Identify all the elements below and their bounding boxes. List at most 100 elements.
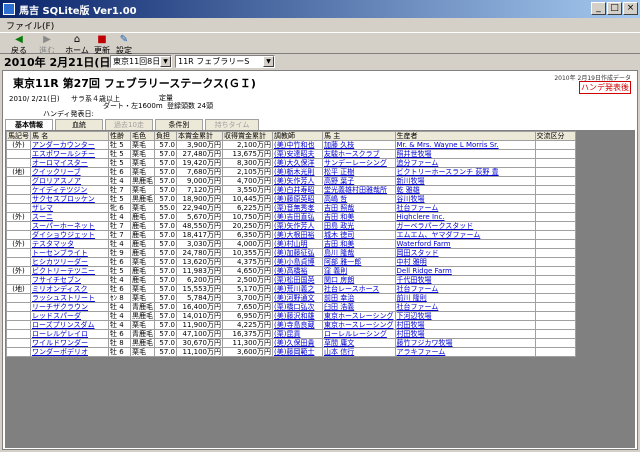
col-trainer[interactable]: (美)荒川義之: [272, 284, 323, 294]
col-breeder[interactable]: 追分ファーム: [394, 158, 536, 168]
col-trainer[interactable]: (美)小島貞博: [272, 257, 323, 267]
tab-pedigree[interactable]: 血統: [55, 119, 103, 130]
table-row[interactable]: グロリアスノア牡 4 黒鹿毛 57.0 9,000万円 4,700万円 (美)矢作芳人 高野…: [6, 176, 576, 186]
refresh-button[interactable]: ■ 更新: [92, 34, 112, 55]
col-breeder[interactable]: 乾 雅雄: [394, 185, 536, 195]
col-horse-name[interactable]: エスポワールシチー: [30, 149, 109, 159]
col-trainer[interactable]: (美)大根田裕: [272, 230, 323, 240]
table-row[interactable]: トーセンブライト牡 9 鹿毛 57.0 24,780万円 10,355万円 (美)加藤征弘…: [6, 248, 576, 258]
col-trainer[interactable]: (美)藤沢和雄: [272, 311, 323, 321]
col-owner[interactable]: サンデーレーシング: [322, 158, 396, 168]
col-horse-name[interactable]: ミリオンディスク: [30, 284, 109, 294]
col-horse-name[interactable]: グロリアスノア: [30, 176, 109, 186]
header-col-exchange[interactable]: 交流区分: [534, 131, 576, 141]
col-owner[interactable]: 友駿ホースクラブ: [322, 149, 396, 159]
col-owner[interactable]: ローレルレーシング: [322, 329, 396, 339]
col-horse-name[interactable]: ザレマ: [30, 203, 109, 213]
table-row[interactable]: サクセスブロッケン牡 5 黒鹿毛 57.0 18,900万円 10,445万円 (美)藤原…: [6, 194, 576, 204]
col-horse-name[interactable]: テスタマッタ: [30, 239, 109, 249]
col-horse-name[interactable]: ワイルドワンダー: [30, 338, 109, 348]
col-trainer[interactable]: (美)加藤征弘: [272, 248, 323, 258]
col-trainer[interactable]: (美)矢作芳人: [272, 176, 323, 186]
race-select[interactable]: 11R フェブラリーS ▼: [175, 55, 275, 68]
col-trainer[interactable]: (美)寺島良蔵: [272, 320, 323, 330]
col-breeder[interactable]: エムエム、ヤマダファーム: [394, 230, 536, 240]
col-owner[interactable]: 田島 政光: [322, 221, 396, 231]
col-horse-name[interactable]: ローレルゲレイロ: [30, 329, 109, 339]
table-row[interactable]: ワンダーポデリオ牡 6 栗毛 57.0 11,100万円 3,600万円 (美)藤岡範士山…: [6, 347, 576, 357]
header-col-mark[interactable]: 馬記号: [6, 131, 31, 141]
col-horse-name[interactable]: ビクトリーテツニー: [30, 266, 109, 276]
course-select[interactable]: 東京11回8日 ▼: [110, 55, 172, 68]
table-row[interactable]: エスポワールシチー牡 5 栗毛 57.0 27,480万円 13,675万円 (栗)安達昭…: [6, 149, 576, 159]
col-horse-name[interactable]: アンダーカウンター: [30, 140, 109, 150]
col-owner[interactable]: 社台レースホース: [322, 284, 396, 294]
col-owner[interactable]: 高野 葉子: [322, 176, 396, 186]
header-col-horse-name[interactable]: 馬 名: [30, 131, 109, 141]
header-col-owner[interactable]: 馬 主: [322, 131, 396, 141]
table-row[interactable]: (外) アンダーカウンター牡 5 栗毛 57.0 3,900万円 2,100万円 (美)中竹…: [6, 140, 576, 150]
chevron-down-icon[interactable]: ▼: [160, 56, 171, 67]
header-col-earned-total[interactable]: 収得賞金累計: [222, 131, 273, 141]
header-col-trainer[interactable]: 調教師: [272, 131, 323, 141]
col-trainer[interactable]: (栗)松田国英: [272, 275, 323, 285]
table-row[interactable]: リーチザクラウン牡 4 青鹿毛 57.0 16,400万円 7,650万円 (栗)橋口弘次…: [6, 302, 576, 312]
header-col-sex-age[interactable]: 性齢: [108, 131, 131, 141]
col-trainer[interactable]: (美)大久保洋: [272, 158, 323, 168]
col-trainer[interactable]: (栗)橋口弘次: [272, 302, 323, 312]
col-horse-name[interactable]: ケイディテツジン: [30, 185, 109, 195]
table-row[interactable]: フサイチセブン牡 4 鹿毛 57.0 6,200万円 2,500万円 (栗)松田国英 関口 …: [6, 275, 576, 285]
col-horse-name[interactable]: クイックリーブ: [30, 167, 109, 177]
header-col-prize-total[interactable]: 本賞金累計: [176, 131, 223, 141]
tab-conditions[interactable]: 条件別: [155, 119, 203, 130]
col-owner[interactable]: 吉田 和美: [322, 239, 396, 249]
table-row[interactable]: ケイディテツジン牡 7 栗毛 57.0 7,120万円 3,550万円 (美)白井寿昭 堂光…: [6, 185, 576, 195]
col-breeder[interactable]: Waterford Farm: [394, 239, 536, 249]
col-breeder[interactable]: 中村 雅明: [394, 257, 536, 267]
col-owner[interactable]: 加藤 久枝: [322, 140, 396, 150]
col-owner[interactable]: 吉田 照哉: [322, 203, 396, 213]
table-row[interactable]: ワイルドワンダー牡 8 黒鹿毛 57.0 30,670万円 11,300万円 (美)久保田…: [6, 338, 576, 348]
back-button[interactable]: ◀ 戻る: [8, 34, 30, 55]
col-horse-name[interactable]: オーロマイスター: [30, 158, 109, 168]
col-horse-name[interactable]: サクセスブロッケン: [30, 194, 109, 204]
col-owner[interactable]: 関口 房朗: [322, 275, 396, 285]
col-trainer[interactable]: (美)吉田直弘: [272, 212, 323, 222]
table-row[interactable]: ローレルゲレイロ牡 6 青鹿毛 57.0 47,100万円 16,375万円 (栗)昆貢ロ…: [6, 329, 576, 339]
col-breeder[interactable]: Dell Ridge Farm: [394, 266, 536, 276]
table-row[interactable]: レッドスパーダ牡 4 黒鹿毛 57.0 14,010万円 6,950万円 (美)藤沢和雄東…: [6, 311, 576, 321]
col-trainer[interactable]: (栗)音無秀孝: [272, 203, 323, 213]
table-row[interactable]: ヒシカツリーダー牡 6 栗毛 57.0 13,620万円 4,375万円 (美)小島貞博阿…: [6, 257, 576, 267]
home-button[interactable]: ⌂ ホーム: [64, 34, 90, 55]
col-breeder[interactable]: 下河辺牧場: [394, 311, 536, 321]
maximize-icon[interactable]: □: [607, 2, 622, 15]
header-col-weight[interactable]: 負担: [154, 131, 177, 141]
col-horse-name[interactable]: ローズプリンスダム: [30, 320, 109, 330]
header-col-breeder[interactable]: 生産者: [394, 131, 536, 141]
col-trainer[interactable]: (栗)安達昭夫: [272, 149, 323, 159]
col-horse-name[interactable]: フサイチセブン: [30, 275, 109, 285]
tab-past10[interactable]: 過去10走: [105, 119, 153, 130]
forward-button[interactable]: ▶ 進む: [36, 34, 58, 55]
col-horse-name[interactable]: ヒシカツリーダー: [30, 257, 109, 267]
col-horse-name[interactable]: ラッシュストリート: [30, 293, 109, 303]
chevron-down-icon[interactable]: ▼: [263, 56, 274, 67]
col-breeder[interactable]: ガーベラパークスタッド: [394, 221, 536, 231]
col-owner[interactable]: 窪 義則: [322, 266, 396, 276]
col-owner[interactable]: 臼田 浩義: [322, 302, 396, 312]
col-breeder[interactable]: Mr. & Mrs. Wayne L Morris Sr.: [394, 140, 536, 150]
col-breeder[interactable]: アラキファーム: [394, 347, 536, 357]
table-row[interactable]: ローズプリンスダム牡 4 栗毛 57.0 11,900万円 4,225万円 (美)寺島良蔵…: [6, 320, 576, 330]
col-trainer[interactable]: (美)河野通文: [272, 293, 323, 303]
col-owner[interactable]: 吉田 和美: [322, 212, 396, 222]
table-row[interactable]: (地) ミリオンディスク牡 6 栗毛 57.0 15,553万円 5,170万円 (美)荒川…: [6, 284, 576, 294]
col-horse-name[interactable]: スーニ: [30, 212, 109, 222]
col-owner[interactable]: 高嶋 哲: [322, 194, 396, 204]
col-breeder[interactable]: 新川牧場: [394, 176, 536, 186]
table-row[interactable]: オーロマイスター牡 5 栗毛 57.0 19,420万円 8,300万円 (美)大久保洋サ…: [6, 158, 576, 168]
header-col-color[interactable]: 毛色: [130, 131, 155, 141]
menu-file[interactable]: ファイル(F): [6, 19, 54, 32]
col-trainer[interactable]: (美)白井寿昭: [272, 185, 323, 195]
col-breeder[interactable]: 社台ファーム: [394, 203, 536, 213]
col-breeder[interactable]: 藤竹フジカワ牧場: [394, 338, 536, 348]
